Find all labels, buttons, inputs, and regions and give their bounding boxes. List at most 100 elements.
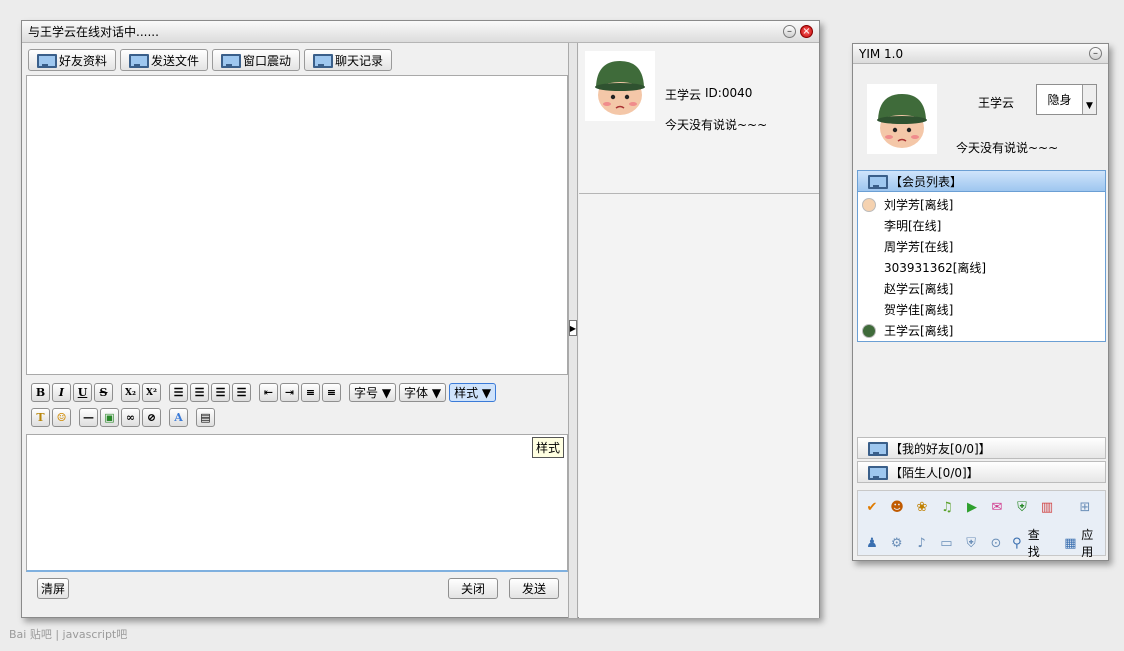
panel-splitter[interactable]: ▶: [568, 43, 578, 618]
grid-icon[interactable]: ⊞: [1076, 498, 1094, 516]
contact-item[interactable]: 赵学云[离线]: [858, 278, 1105, 299]
source-view-icon[interactable]: ▤: [196, 408, 215, 427]
check-app-icon[interactable]: ✔: [863, 498, 881, 516]
horizontal-rule-icon[interactable]: —: [79, 408, 98, 427]
gear-icon[interactable]: ⚙: [888, 534, 906, 552]
align-justify-icon[interactable]: ☰: [232, 383, 251, 402]
penguin-icon[interactable]: ♟: [863, 534, 881, 552]
style-tooltip: 样式: [532, 437, 565, 458]
user-avatar[interactable]: [867, 84, 937, 154]
status-select-value: 隐身: [1047, 93, 1072, 107]
link-icon[interactable]: ∞: [121, 408, 140, 427]
group-header-members[interactable]: 【会员列表】: [857, 170, 1106, 192]
contact-list: 刘学芳[离线] 李明[在线] 周学芳[在线] 303931362[离线] 赵学云…: [857, 192, 1106, 342]
chevron-down-icon[interactable]: ▼: [1082, 85, 1096, 114]
message-box-icon[interactable]: ▭: [937, 534, 955, 552]
user-signature[interactable]: 今天没有说说~~~: [956, 139, 1058, 156]
yim-titlebar[interactable]: YIM 1.0 –: [853, 44, 1108, 64]
play-app-icon[interactable]: ▶: [963, 498, 981, 516]
user-app-icon[interactable]: ☻: [888, 498, 906, 516]
monitor-icon: [37, 53, 57, 68]
contact-label: 李明[在线]: [884, 219, 942, 233]
minimize-icon[interactable]: –: [783, 25, 796, 38]
shield-app-icon[interactable]: ⛨: [1013, 498, 1031, 516]
close-icon[interactable]: ×: [800, 25, 813, 38]
search-icon: ⚲: [1012, 535, 1022, 551]
clear-screen-button[interactable]: 清屏: [37, 578, 69, 599]
close-button[interactable]: 关闭: [448, 578, 498, 599]
remove-format-icon[interactable]: A: [169, 408, 188, 427]
send-file-button[interactable]: 发送文件: [120, 49, 209, 71]
status-select[interactable]: 隐身 ▼: [1036, 84, 1097, 115]
chat-history-button[interactable]: 聊天记录: [304, 49, 393, 71]
contact-item[interactable]: 303931362[离线]: [858, 257, 1105, 278]
chat-history-button-label: 聊天记录: [335, 53, 384, 68]
contact-label: 刘学芳[离线]: [884, 198, 954, 212]
group-header-friends[interactable]: 【我的好友[0/0]】: [857, 437, 1106, 459]
monitor-icon: [313, 53, 334, 68]
contact-avatar-icon: [862, 197, 876, 212]
contact-item[interactable]: 贺学佳[离线]: [858, 299, 1105, 320]
underline-button[interactable]: U: [73, 383, 92, 402]
music-app-icon[interactable]: ♫: [938, 498, 956, 516]
pet-app-icon[interactable]: ❀: [913, 498, 931, 516]
bold-button[interactable]: B: [31, 383, 50, 402]
send-file-button-label: 发送文件: [151, 53, 200, 68]
minimize-icon[interactable]: –: [1089, 47, 1102, 60]
profile-button[interactable]: 好友资料: [28, 49, 117, 71]
peer-avatar: [585, 51, 655, 121]
apps-button[interactable]: ▦ 应用: [1061, 526, 1105, 560]
group-header-strangers[interactable]: 【陌生人[0/0]】: [857, 461, 1106, 483]
message-display[interactable]: [26, 75, 568, 375]
group-header-strangers-label: 【陌生人[0/0]】: [890, 465, 979, 480]
speaker-icon[interactable]: ♪: [913, 534, 931, 552]
contact-label: 赵学云[离线]: [884, 282, 954, 296]
message-input[interactable]: [26, 434, 568, 572]
tool-icon-row: ♟ ⚙ ♪ ▭ ⛨ ⊙ ⚲ 查找 ▦ 应用: [863, 526, 1105, 560]
group-header-members-label: 【会员列表】: [890, 174, 963, 189]
align-center-icon[interactable]: ☰: [190, 383, 209, 402]
format-toolbar: B I U S X₂ X² ☰ ☰ ☰ ☰ ⇤ ⇥ ≡ ≡ 字号 ▼ 字体 ▼ …: [31, 383, 499, 402]
style-select[interactable]: 样式 ▼: [449, 383, 497, 402]
contact-item[interactable]: 王学云[离线]: [858, 320, 1105, 341]
contact-label: 303931362[离线]: [884, 261, 987, 275]
shake-window-button[interactable]: 窗口震动: [212, 49, 301, 71]
ordered-list-icon[interactable]: ≡: [301, 383, 320, 402]
align-left-icon[interactable]: ☰: [169, 383, 188, 402]
find-button-label: 查找: [1027, 528, 1040, 559]
text-color-icon[interactable]: T: [31, 408, 50, 427]
monitor-icon: [868, 174, 888, 189]
outdent-icon[interactable]: ⇤: [259, 383, 278, 402]
align-right-icon[interactable]: ☰: [211, 383, 230, 402]
emoticon-icon[interactable]: ☺: [52, 408, 71, 427]
chart-app-icon[interactable]: ▥: [1038, 498, 1056, 516]
font-size-select[interactable]: 字号 ▼: [349, 383, 397, 402]
yim-title: YIM 1.0: [859, 46, 904, 61]
format-toolbar-row2: T ☺ — ▣ ∞ ⊘ A ▤: [31, 408, 217, 427]
peer-divider: [579, 193, 819, 194]
superscript-button[interactable]: X²: [142, 383, 161, 402]
app-icon-row: ✔ ☻ ❀ ♫ ▶ ✉ ⛨ ▥: [863, 498, 1063, 516]
mail-app-icon[interactable]: ✉: [988, 498, 1006, 516]
contact-item[interactable]: 周学芳[在线]: [858, 236, 1105, 257]
send-button[interactable]: 发送: [509, 578, 559, 599]
contact-label: 贺学佳[离线]: [884, 303, 954, 317]
monitor-icon: [868, 465, 888, 480]
contact-item[interactable]: 刘学芳[离线]: [858, 194, 1105, 215]
zoom-icon[interactable]: ⊙: [987, 534, 1005, 552]
subscript-button[interactable]: X₂: [121, 383, 140, 402]
security-icon[interactable]: ⛨: [962, 534, 980, 552]
indent-icon[interactable]: ⇥: [280, 383, 299, 402]
contact-item[interactable]: 李明[在线]: [858, 215, 1105, 236]
contact-avatar-icon: [862, 323, 876, 338]
chat-titlebar[interactable]: 与王学云在线对话中...... – ×: [22, 21, 819, 43]
collapse-arrow-icon[interactable]: ▶: [569, 320, 577, 336]
find-button[interactable]: ⚲ 查找: [1008, 526, 1052, 560]
italic-button[interactable]: I: [52, 383, 71, 402]
unlink-icon[interactable]: ⊘: [142, 408, 161, 427]
font-family-select[interactable]: 字体 ▼: [399, 383, 447, 402]
insert-image-icon[interactable]: ▣: [100, 408, 119, 427]
strikethrough-button[interactable]: S: [94, 383, 113, 402]
unordered-list-icon[interactable]: ≡: [322, 383, 341, 402]
yim-window: YIM 1.0 – 王学云 隐身 ▼ 今天没有说说~~~ 【会员列表】 刘学芳[…: [852, 43, 1109, 561]
